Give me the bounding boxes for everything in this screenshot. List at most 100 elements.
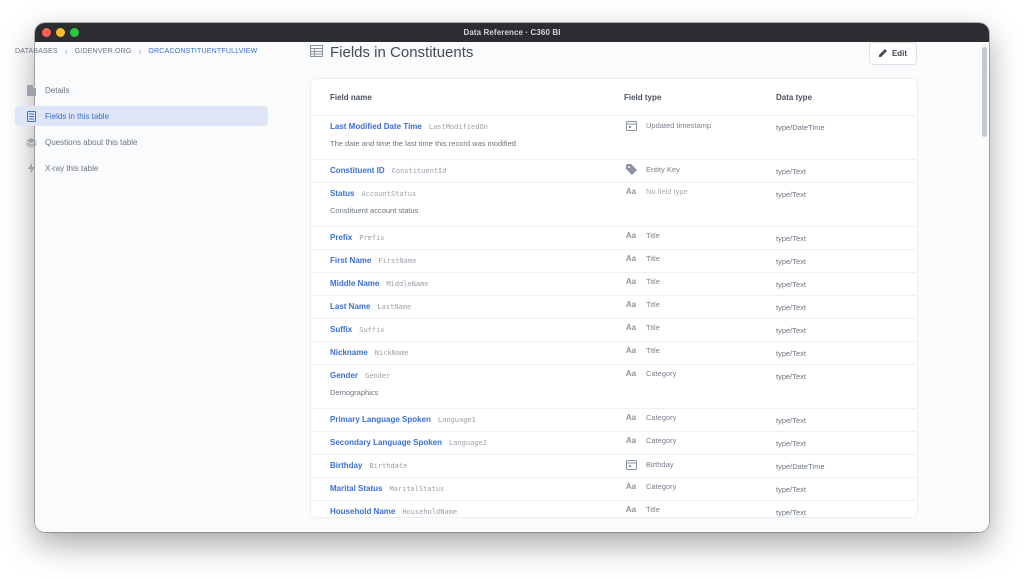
data-type: type/Text: [776, 303, 807, 312]
field-name-link[interactable]: Prefix Prefix: [330, 233, 385, 242]
field-name-link[interactable]: Gender Gender: [330, 371, 390, 380]
field-type-label: Title: [646, 231, 660, 240]
field-type: Aa Title: [624, 277, 660, 286]
close-window-button[interactable]: [42, 28, 51, 37]
field-description: Constituent account status: [330, 206, 419, 215]
table-row: Status AccountStatus Constituent account s…: [311, 182, 917, 227]
text-icon: Aa: [625, 482, 637, 491]
table-row: Last Name LastName Aa Title type/Text: [311, 295, 917, 319]
table-row: Prefix Prefix Aa Title type/Text: [311, 226, 917, 250]
field-type: Aa Category: [624, 482, 677, 491]
field-name-link[interactable]: Marital Status MaritalStatus: [330, 484, 444, 493]
field-column-name: FirstName: [378, 257, 417, 265]
sidebar-item-label: Questions about this table: [45, 137, 138, 147]
field-type-label: Updated timestamp: [646, 121, 712, 130]
field-name-link[interactable]: Status AccountStatus: [330, 189, 416, 198]
text-icon: Aa: [625, 300, 637, 309]
chevron-right-icon: ›: [138, 47, 142, 56]
header-data-type: Data type: [776, 93, 813, 102]
field-type: Aa Category: [624, 413, 677, 422]
field-display-name: Last Modified Date Time: [330, 122, 422, 131]
field-column-name: LastModifiedOn: [428, 123, 488, 131]
table-row: Birthday Birthdate Birthday type/DateTime: [311, 454, 917, 478]
page-title: Fields in Constituents: [310, 44, 473, 61]
field-name-link[interactable]: Last Modified Date Time LastModifiedOn: [330, 122, 488, 131]
sidebar-item-label: Details: [45, 85, 70, 95]
field-name-link[interactable]: Last Name LastName: [330, 302, 411, 311]
field-display-name: Constituent ID: [330, 166, 385, 175]
field-type: Birthday: [624, 459, 674, 470]
field-type-label: Title: [646, 254, 660, 263]
header-field-name: Field name: [330, 93, 372, 102]
field-column-name: MiddleName: [386, 280, 429, 288]
data-type: type/Text: [776, 167, 807, 176]
field-name-link[interactable]: Nickname NickName: [330, 348, 409, 357]
field-type-label: Category: [646, 369, 677, 378]
field-name-link[interactable]: Secondary Language Spoken Language2: [330, 438, 487, 447]
breadcrumb-database[interactable]: GIDENVER.ORG: [75, 48, 132, 55]
field-name-link[interactable]: Constituent ID ConstituentId: [330, 166, 446, 175]
edit-button[interactable]: Edit: [869, 42, 917, 65]
layers-icon: [25, 136, 37, 148]
field-type: Aa Category: [624, 436, 677, 445]
breadcrumb-databases[interactable]: DATABASES: [15, 48, 58, 55]
field-display-name: Household Name: [330, 507, 396, 516]
scrollbar[interactable]: [982, 47, 987, 137]
sidebar-item-questions[interactable]: Questions about this table: [15, 132, 268, 152]
data-type: type/Text: [776, 349, 807, 358]
table-row: Household Name HouseholdName Aa Title type/T…: [311, 500, 917, 517]
field-name-link[interactable]: Middle Name MiddleName: [330, 279, 429, 288]
page-title-text: Fields in Constituents: [330, 44, 474, 61]
field-display-name: Prefix: [330, 233, 353, 242]
field-name-link[interactable]: Household Name HouseholdName: [330, 507, 457, 516]
calendar-icon: [624, 459, 638, 470]
field-type-label: Category: [646, 413, 677, 422]
field-column-name: AccountStatus: [361, 190, 417, 198]
table-row: Gender Gender Demographics Aa Category type/T…: [311, 364, 917, 409]
sidebar: Details Fields in this table Questions a…: [15, 80, 268, 184]
field-column-name: MaritalStatus: [389, 485, 445, 493]
data-type: type/DateTime: [776, 462, 825, 471]
data-type: type/Text: [776, 326, 807, 335]
field-type: Updated timestamp: [624, 120, 711, 131]
field-name-link[interactable]: Primary Language Spoken Language1: [330, 415, 476, 424]
field-type: Aa Title: [624, 300, 660, 309]
breadcrumb-table[interactable]: ORCACONSTITUENTFULLVIEW: [148, 48, 257, 55]
field-display-name: Birthday: [330, 461, 363, 470]
field-type: Aa Title: [624, 346, 660, 355]
fields-table: Field name Field type Data type Last Mod…: [310, 78, 918, 518]
field-type-label: Title: [646, 505, 660, 514]
data-type: type/Text: [776, 257, 807, 266]
field-type: Aa Title: [624, 254, 660, 263]
field-type-label: Category: [646, 482, 677, 491]
field-description: The date and time the last time this rec…: [330, 139, 516, 148]
field-display-name: Secondary Language Spoken: [330, 438, 443, 447]
text-icon: Aa: [625, 254, 637, 263]
table-row: Suffix Suffix Aa Title type/Text: [311, 318, 917, 342]
edit-button-label: Edit: [891, 49, 908, 58]
text-icon: Aa: [625, 505, 637, 514]
data-type: type/Text: [776, 508, 807, 517]
field-column-name: Language1: [437, 416, 476, 424]
list-icon: [25, 110, 37, 122]
sidebar-item-label: X-ray this table: [45, 163, 99, 173]
minimize-window-button[interactable]: [56, 28, 65, 37]
sidebar-item-details[interactable]: Details: [15, 80, 268, 100]
field-type-label: Entity Key: [646, 165, 680, 174]
text-icon: Aa: [625, 231, 637, 240]
sidebar-item-fields[interactable]: Fields in this table: [15, 106, 268, 126]
field-display-name: Status: [330, 189, 355, 198]
field-name-link[interactable]: First Name FirstName: [330, 256, 416, 265]
sidebar-item-xray[interactable]: X-ray this table: [15, 158, 268, 178]
data-type: type/Text: [776, 190, 807, 199]
maximize-window-button[interactable]: [70, 28, 79, 37]
document-icon: [25, 84, 37, 96]
field-column-name: Gender: [365, 372, 391, 380]
data-type: type/Text: [776, 485, 807, 494]
field-column-name: ConstituentId: [391, 167, 447, 175]
field-name-link[interactable]: Birthday Birthdate: [330, 461, 407, 470]
table-row: Marital Status MaritalStatus Aa Category typ…: [311, 477, 917, 501]
text-icon: Aa: [625, 369, 637, 378]
field-name-link[interactable]: Suffix Suffix: [330, 325, 385, 334]
field-display-name: Marital Status: [330, 484, 383, 493]
